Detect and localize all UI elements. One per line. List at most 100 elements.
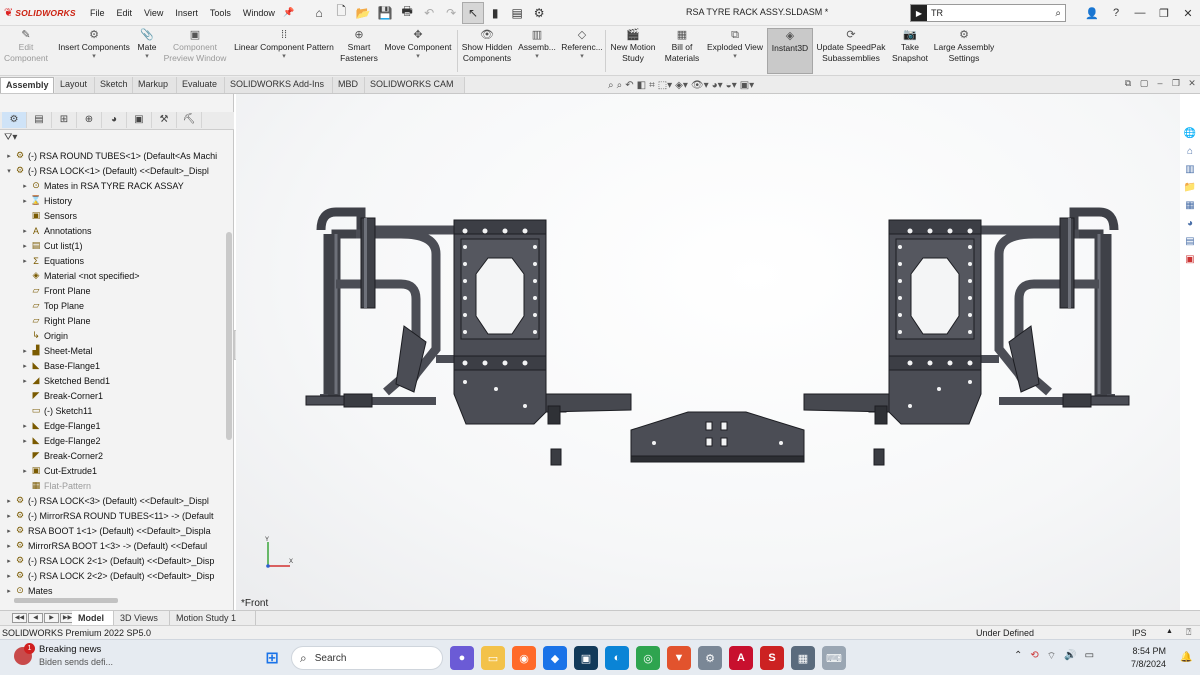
status-help-icon[interactable]: ⍰ bbox=[1186, 627, 1191, 638]
file-properties-icon[interactable]: ▤ bbox=[506, 2, 528, 24]
exploded-view-button[interactable]: ⧉ Exploded View ▾ bbox=[704, 28, 766, 74]
menu-file[interactable]: File bbox=[84, 8, 111, 18]
calculator-icon[interactable]: ▦ bbox=[791, 646, 815, 670]
search-icon[interactable]: ⌕ bbox=[1055, 8, 1061, 19]
tree-item[interactable]: ▱ Top Plane bbox=[0, 298, 222, 313]
tree-item[interactable]: ▸ ◣ Edge-Flange2 bbox=[0, 433, 222, 448]
edit-appearance-icon[interactable]: ◕▾ bbox=[712, 80, 723, 91]
tree-item[interactable]: ▸ ▣ Cut-Extrude1 bbox=[0, 463, 222, 478]
taskbar-search[interactable]: ⌕ Search bbox=[291, 646, 443, 670]
tab-solidworks-addins[interactable]: SOLIDWORKS Add-Ins bbox=[225, 77, 333, 93]
battery-icon[interactable]: ▭ bbox=[1085, 650, 1094, 663]
search-commands-icon[interactable]: ▶ bbox=[911, 5, 927, 21]
menu-view[interactable]: View bbox=[138, 8, 169, 18]
menu-window[interactable]: Window bbox=[237, 8, 281, 18]
save-icon[interactable]: 💾 bbox=[374, 2, 396, 24]
select-icon[interactable]: ↖ bbox=[462, 1, 485, 24]
show-hidden-components-button[interactable]: 👁 Show Hidden Components bbox=[458, 28, 516, 74]
previous-view-icon[interactable]: ↶ bbox=[625, 80, 633, 91]
hide-show-items-icon[interactable]: 👁▾ bbox=[691, 80, 709, 91]
first-tab-icon[interactable]: ◀◀ bbox=[12, 613, 27, 623]
pin-icon[interactable]: 📌 bbox=[283, 7, 294, 18]
mate-button[interactable]: 📎 Mate ▾ bbox=[134, 28, 160, 74]
settings-icon[interactable]: ⚙ bbox=[698, 646, 722, 670]
expand-arrow-icon[interactable]: ▸ bbox=[20, 197, 30, 205]
tab-solidworks-cam[interactable]: SOLIDWORKS CAM bbox=[365, 77, 465, 93]
tree-item[interactable]: ▾ ⚙ (-) RSA LOCK<1> (Default) <<Default>_D… bbox=[0, 163, 222, 178]
tree-horizontal-scrollbar[interactable] bbox=[14, 598, 118, 603]
tree-item[interactable]: ▸ ▤ Cut list(1) bbox=[0, 238, 222, 253]
expand-arrow-icon[interactable]: ▸ bbox=[4, 497, 14, 505]
chrome-icon[interactable]: ◎ bbox=[636, 646, 660, 670]
zoom-to-fit-icon[interactable]: ⌕ bbox=[608, 80, 614, 91]
section-view-icon[interactable]: ◧ bbox=[637, 80, 646, 91]
take-snapshot-button[interactable]: 📷 Take Snapshot bbox=[888, 28, 932, 74]
expand-arrow-icon[interactable]: ▸ bbox=[20, 242, 30, 250]
tree-item[interactable]: ▸ A Annotations bbox=[0, 223, 222, 238]
folder-icon[interactable]: 📁 bbox=[1184, 182, 1196, 200]
search-input[interactable]: TR bbox=[931, 8, 943, 18]
assembly-features-button[interactable]: ▥ Assemb... ▾ bbox=[516, 28, 558, 74]
security-icon[interactable]: ⟲ bbox=[1030, 650, 1038, 663]
firefox-icon[interactable]: ◉ bbox=[512, 646, 536, 670]
tree-item[interactable]: ▦ Flat-Pattern bbox=[0, 478, 222, 493]
tree-item[interactable]: ▸ ⚙ (-) RSA LOCK<3> (Default) <<Default>_D… bbox=[0, 493, 222, 508]
display-style-icon[interactable]: ◈▾ bbox=[675, 80, 688, 91]
file-explorer-icon[interactable]: ▥ bbox=[1185, 164, 1194, 182]
bill-of-materials-button[interactable]: ▦ Bill of Materials bbox=[660, 28, 704, 74]
solidworks-logo[interactable]: ❦ SOLIDWORKS bbox=[0, 6, 84, 19]
view-orientation-icon[interactable]: ⬚▾ bbox=[658, 80, 672, 91]
menu-edit[interactable]: Edit bbox=[111, 8, 139, 18]
collapse-arrow-icon[interactable]: ▾ bbox=[4, 167, 14, 175]
expand-arrow-icon[interactable]: ▸ bbox=[4, 587, 14, 595]
vp-close-icon[interactable]: ✕ bbox=[1184, 78, 1200, 89]
tree-item[interactable]: ▸ ⊙ Mates bbox=[0, 583, 222, 598]
dropbox-icon[interactable]: ◆ bbox=[543, 646, 567, 670]
terminal-icon[interactable]: ▣ bbox=[574, 646, 598, 670]
expand-arrow-icon[interactable]: ▸ bbox=[20, 377, 30, 385]
tree-item[interactable]: ▣ Sensors bbox=[0, 208, 222, 223]
solidworks-taskbar-icon[interactable]: S bbox=[760, 646, 784, 670]
expand-arrow-icon[interactable]: ▸ bbox=[4, 512, 14, 520]
smart-fasteners-button[interactable]: ⊕ Smart Fasteners bbox=[338, 28, 380, 74]
volume-icon[interactable]: 🔊 bbox=[1064, 650, 1076, 663]
print-icon[interactable]: 🖶 bbox=[396, 2, 418, 24]
tree-item[interactable]: ▸ ◣ Edge-Flange1 bbox=[0, 418, 222, 433]
menu-insert[interactable]: Insert bbox=[169, 8, 204, 18]
new-document-icon[interactable]: 🗋 bbox=[330, 2, 352, 24]
tree-item[interactable]: ▱ Right Plane bbox=[0, 313, 222, 328]
expand-arrow-icon[interactable]: ▸ bbox=[4, 527, 14, 535]
tab-3d-views[interactable]: 3D Views bbox=[114, 611, 170, 625]
menu-tools[interactable]: Tools bbox=[204, 8, 237, 18]
solidworks-resources-icon[interactable]: 🌐 bbox=[1184, 128, 1196, 146]
large-assembly-settings-button[interactable]: ⚙ Large Assembly Settings bbox=[932, 28, 996, 74]
property-manager-icon[interactable]: ▤ bbox=[27, 112, 52, 128]
tree-item[interactable]: ◤ Break-Corner1 bbox=[0, 388, 222, 403]
wifi-icon[interactable]: ⌔ bbox=[1047, 650, 1056, 663]
home-icon[interactable]: ⌂ bbox=[308, 2, 330, 24]
undo-icon[interactable]: ↶ bbox=[418, 2, 440, 24]
tree-item[interactable]: ▸ ▟ Sheet-Metal bbox=[0, 343, 222, 358]
cam-tool-tree-icon[interactable]: ⛏ bbox=[177, 112, 202, 128]
tab-model[interactable]: Model bbox=[72, 611, 114, 625]
network-app-icon[interactable]: ⌨ bbox=[822, 646, 846, 670]
edge-icon[interactable]: ◐ bbox=[605, 646, 629, 670]
close-icon[interactable]: ✕ bbox=[1176, 7, 1200, 20]
split-icon[interactable]: ▢ bbox=[1136, 78, 1152, 89]
linear-component-pattern-button[interactable]: ⁞⁞ Linear Component Pattern ▾ bbox=[230, 28, 338, 74]
tab-layout[interactable]: Layout bbox=[55, 77, 95, 93]
expand-arrow-icon[interactable]: ▸ bbox=[20, 257, 30, 265]
expand-arrow-icon[interactable]: ▸ bbox=[20, 437, 30, 445]
configuration-manager-icon[interactable]: ⊞ bbox=[52, 112, 77, 128]
tray-overflow-icon[interactable]: ⌃ bbox=[1014, 650, 1022, 663]
move-component-button[interactable]: ✥ Move Component ▾ bbox=[380, 28, 456, 74]
expand-arrow-icon[interactable]: ▸ bbox=[4, 542, 14, 550]
search-box[interactable]: ▶ TR ⌕ bbox=[910, 4, 1066, 22]
unit-dropdown-icon[interactable]: ▲ bbox=[1166, 628, 1173, 635]
tree-item[interactable]: ▸ ⚙ (-) RSA LOCK 2<2> (Default) <<Default>… bbox=[0, 568, 222, 583]
tab-motion-study-1[interactable]: Motion Study 1 bbox=[170, 611, 256, 625]
help-icon[interactable]: ? bbox=[1104, 7, 1128, 19]
component-preview-window-button[interactable]: ▣ Component Preview Window bbox=[160, 28, 230, 74]
notification-bell-icon[interactable]: 🔔 bbox=[1180, 652, 1192, 663]
cam-feature-tree-icon[interactable]: ▣ bbox=[127, 112, 152, 128]
